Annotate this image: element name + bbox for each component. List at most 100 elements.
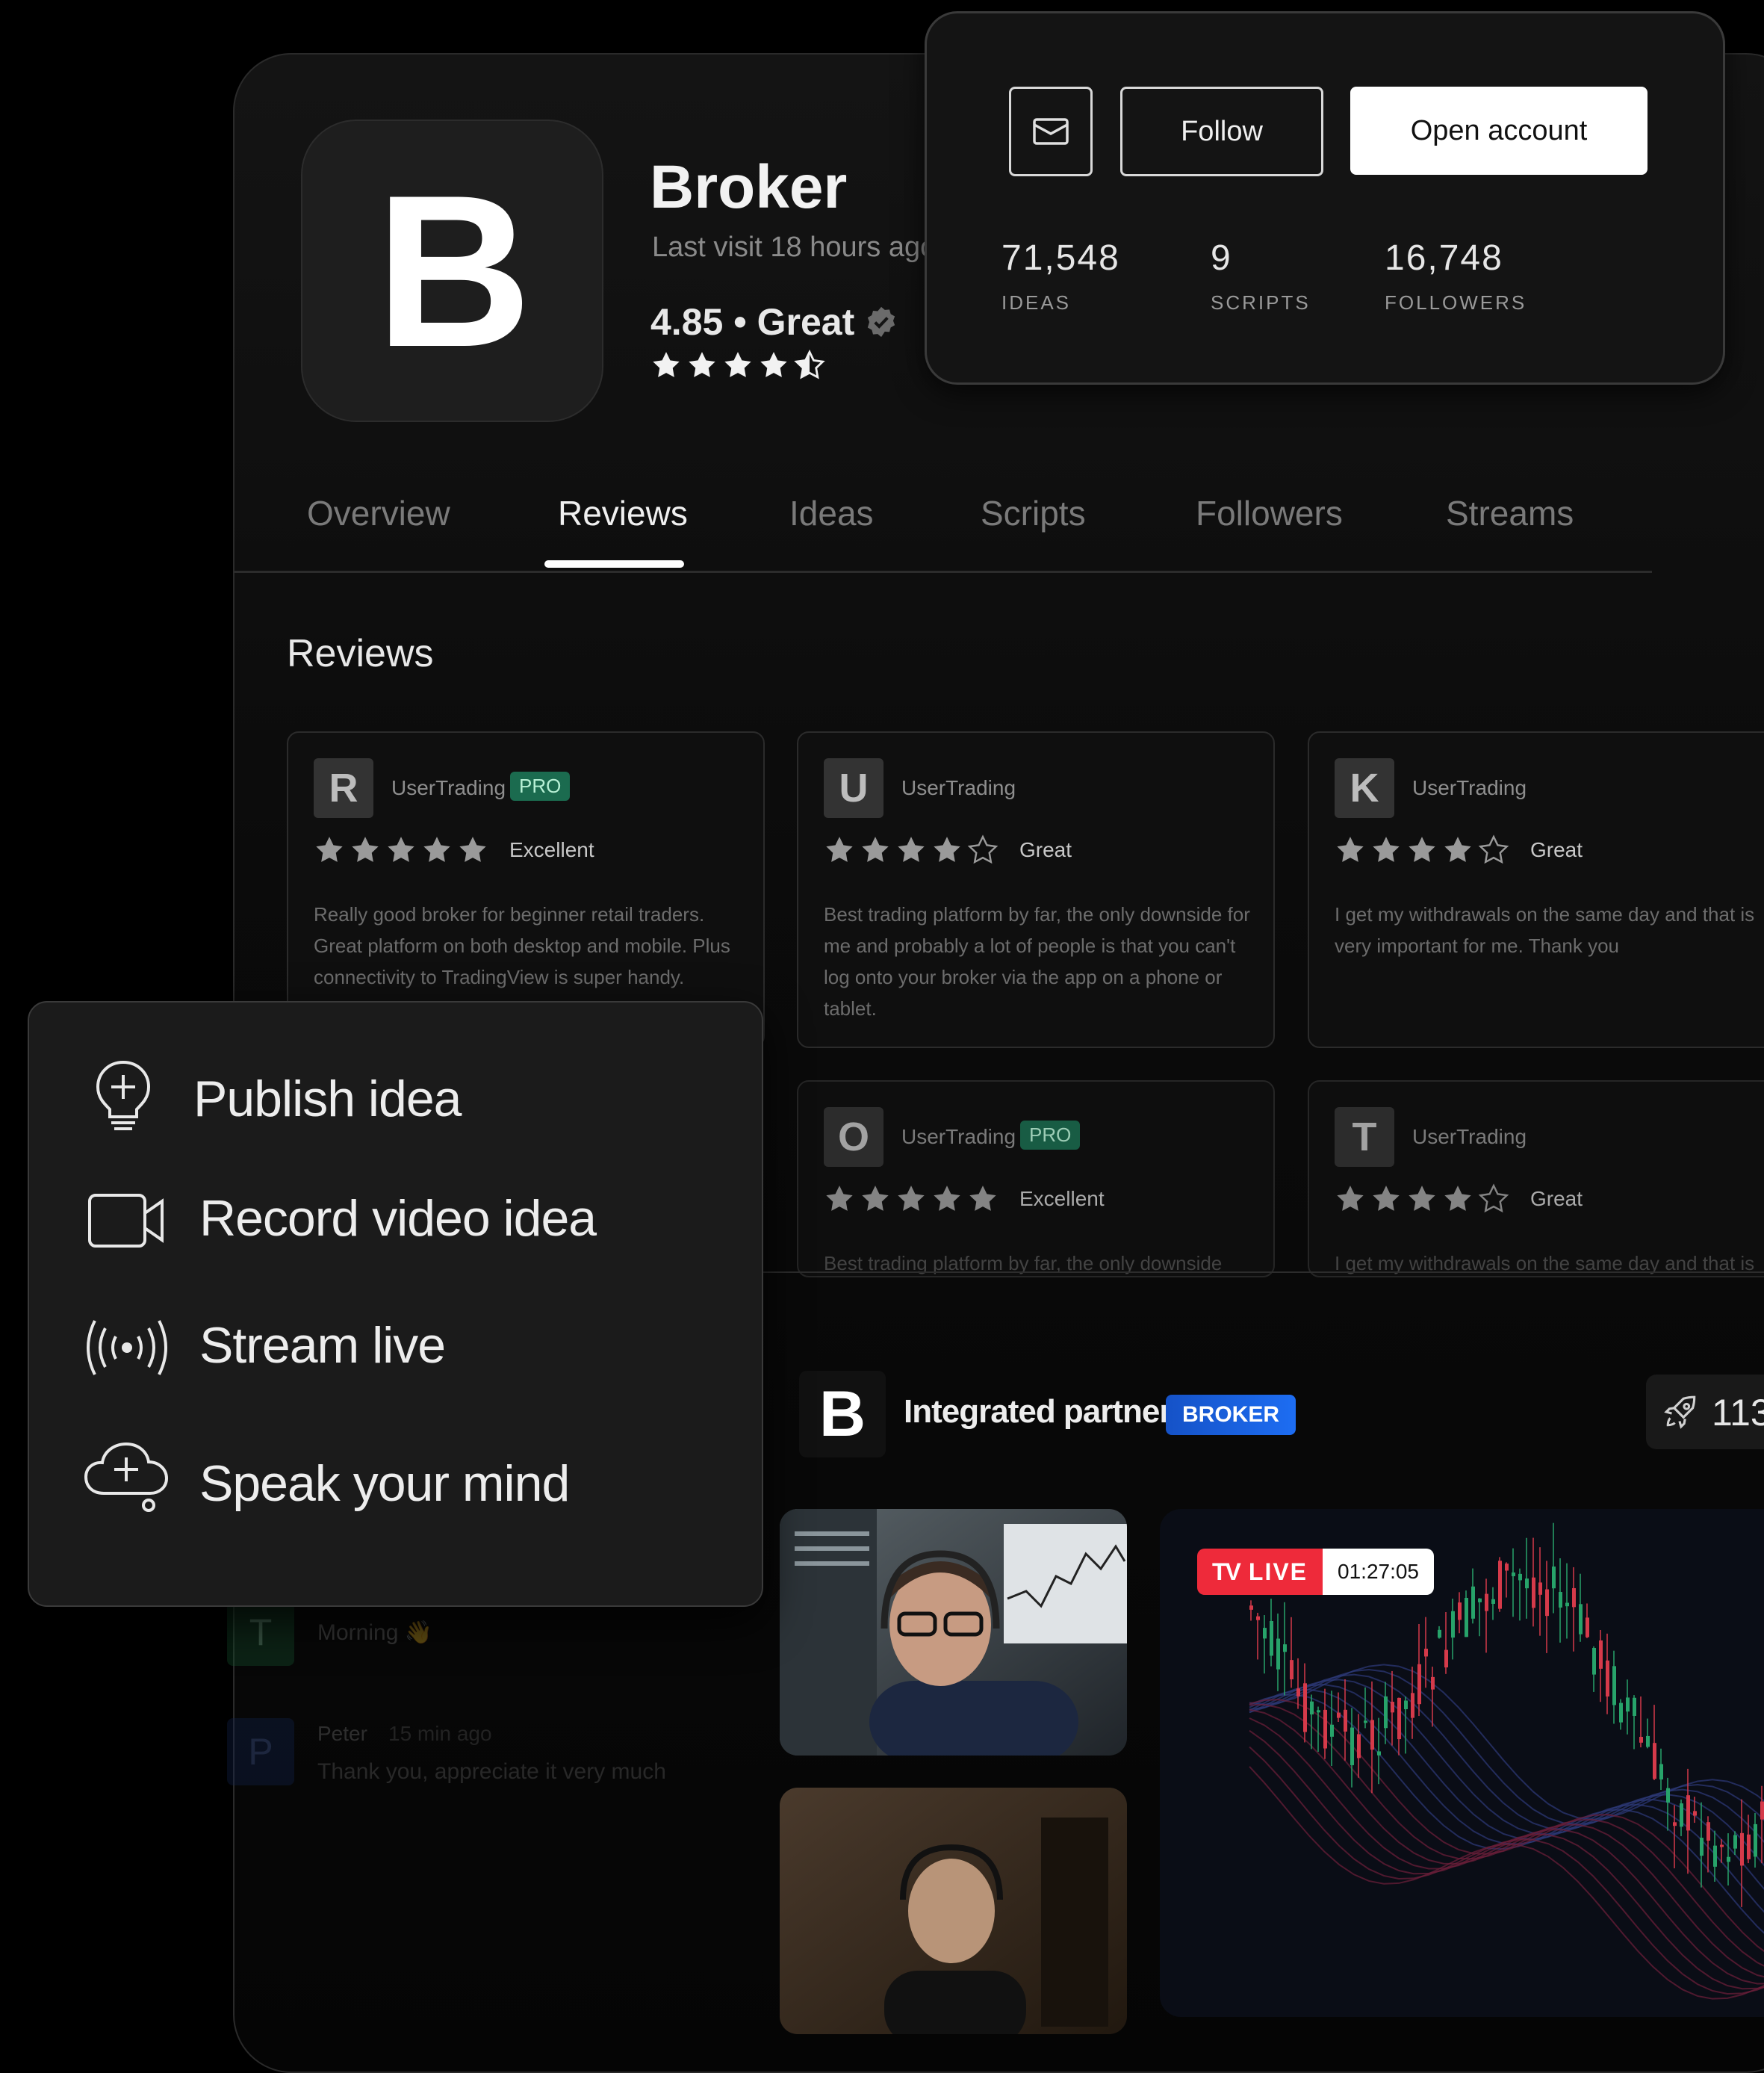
review-card[interactable]: U UserTrading Great Best trading platfor… xyxy=(797,731,1275,1048)
avatar: R xyxy=(314,758,373,818)
star-filled-icon xyxy=(1373,1186,1400,1211)
candle xyxy=(1451,1599,1455,1660)
candle xyxy=(1606,1633,1609,1714)
star-filled-icon xyxy=(1373,837,1400,862)
tab-scripts[interactable]: Scripts xyxy=(981,493,1086,533)
candle xyxy=(1471,1568,1475,1624)
candle xyxy=(1296,1658,1300,1709)
candle xyxy=(1666,1777,1670,1831)
cloud-plus-icon xyxy=(84,1442,169,1512)
candle xyxy=(1505,1562,1509,1598)
rating-summary: 4.85 • Great xyxy=(650,300,898,344)
star-filled-icon xyxy=(388,837,414,862)
lightbulb-plus-icon xyxy=(96,1060,151,1130)
menu-item-label: Record video idea xyxy=(199,1190,597,1247)
review-rating-label: Excellent xyxy=(1019,1187,1105,1210)
star-half-icon xyxy=(794,350,825,379)
scripts-label: SCRIPTS xyxy=(1211,291,1311,314)
broker-star-rating xyxy=(650,350,825,381)
star-filled-icon xyxy=(352,837,379,862)
follow-button[interactable]: Follow xyxy=(1120,87,1323,176)
candle xyxy=(1559,1558,1562,1643)
star-filled-icon xyxy=(1444,1186,1471,1211)
candle xyxy=(1545,1561,1549,1653)
star-filled-icon xyxy=(898,1186,925,1211)
star-filled-icon xyxy=(862,837,889,862)
review-card[interactable]: K UserTrading Great I get my withdrawals… xyxy=(1308,731,1764,1048)
chat-author: Peter xyxy=(317,1722,367,1745)
review-stars xyxy=(314,834,488,866)
candle xyxy=(1404,1696,1408,1754)
avatar: O xyxy=(824,1107,883,1167)
menu-item-stream-live[interactable]: Stream live xyxy=(29,1309,762,1421)
ideas-count: 71,548 xyxy=(1001,238,1120,278)
candle xyxy=(1357,1714,1361,1778)
candle xyxy=(1653,1705,1656,1781)
tab-ideas[interactable]: Ideas xyxy=(789,493,874,533)
candle xyxy=(1706,1816,1710,1873)
section-divider xyxy=(760,1271,1764,1273)
review-text: Best trading platform by far, the only d… xyxy=(824,903,1250,1020)
review-card[interactable]: O UserTrading PRO Excellent Best trading… xyxy=(797,1080,1275,1277)
candle xyxy=(1303,1663,1307,1743)
star-filled-icon xyxy=(724,352,751,377)
candle xyxy=(1290,1617,1294,1688)
candle xyxy=(1384,1682,1388,1744)
review-card[interactable]: T UserTrading Great I get my withdrawals… xyxy=(1308,1080,1764,1277)
candle xyxy=(1458,1592,1462,1634)
reviewer-name[interactable]: UserTrading xyxy=(1412,1125,1527,1149)
reviewer-name[interactable]: UserTrading xyxy=(391,776,506,800)
star-filled-icon xyxy=(898,837,925,862)
tab-followers[interactable]: Followers xyxy=(1196,493,1343,533)
video-thumbnail[interactable] xyxy=(780,1788,1127,2034)
candle xyxy=(1330,1691,1334,1767)
star-filled-icon xyxy=(459,837,486,862)
candle xyxy=(1579,1573,1583,1642)
tab-reviews[interactable]: Reviews xyxy=(558,493,688,533)
tab-overview[interactable]: Overview xyxy=(307,493,450,533)
reviewer-name[interactable]: UserTrading xyxy=(901,776,1016,800)
candle xyxy=(1626,1679,1630,1735)
candle xyxy=(1417,1623,1421,1717)
candle xyxy=(1256,1612,1260,1660)
open-account-button[interactable]: Open account xyxy=(1350,87,1647,175)
ma-ribbon-line xyxy=(1249,1729,1764,1990)
boost-button[interactable]: 113 xyxy=(1646,1375,1764,1449)
broker-logo-letter: B xyxy=(375,149,532,392)
star-filled-icon xyxy=(826,1186,853,1211)
message-button[interactable] xyxy=(1009,87,1093,176)
candle xyxy=(1727,1833,1730,1885)
menu-item-speak-your-mind[interactable]: Speak your mind xyxy=(29,1440,762,1552)
live-stream-player[interactable]: TV LIVE 01:27:05 xyxy=(1160,1509,1764,2017)
candle xyxy=(1747,1815,1751,1864)
video-frame-host xyxy=(780,1788,1127,2034)
broadcast-icon xyxy=(87,1320,167,1375)
candle xyxy=(1478,1598,1482,1637)
broker-logo: B xyxy=(301,120,603,422)
boost-count: 113 xyxy=(1712,1392,1764,1434)
candle xyxy=(1263,1615,1267,1674)
menu-item-publish-idea[interactable]: Publish idea xyxy=(29,1047,762,1159)
star-empty-icon xyxy=(1478,834,1509,864)
chat-time: 15 min ago xyxy=(388,1722,492,1745)
candle xyxy=(1659,1748,1663,1790)
candle xyxy=(1538,1547,1542,1636)
review-stars xyxy=(824,1183,999,1215)
candle xyxy=(1639,1696,1643,1748)
tv-logo-icon: TV xyxy=(1212,1558,1241,1585)
active-tab-indicator xyxy=(544,560,684,568)
candle xyxy=(1700,1802,1704,1888)
candle xyxy=(1532,1537,1535,1627)
tab-streams[interactable]: Streams xyxy=(1446,493,1574,533)
menu-item-record-video-idea[interactable]: Record video idea xyxy=(29,1182,762,1294)
reviewer-name[interactable]: UserTrading xyxy=(901,1125,1016,1149)
review-text: Really good broker for beginner retail t… xyxy=(314,903,730,988)
reviewer-name[interactable]: UserTrading xyxy=(1412,776,1527,800)
candle xyxy=(1438,1626,1441,1639)
star-empty-icon xyxy=(1478,1183,1509,1213)
video-thumbnail[interactable] xyxy=(780,1509,1127,1756)
star-filled-icon xyxy=(316,837,343,862)
reviews-heading: Reviews xyxy=(287,632,434,675)
candle xyxy=(1465,1590,1468,1637)
rocket-icon xyxy=(1664,1395,1696,1429)
